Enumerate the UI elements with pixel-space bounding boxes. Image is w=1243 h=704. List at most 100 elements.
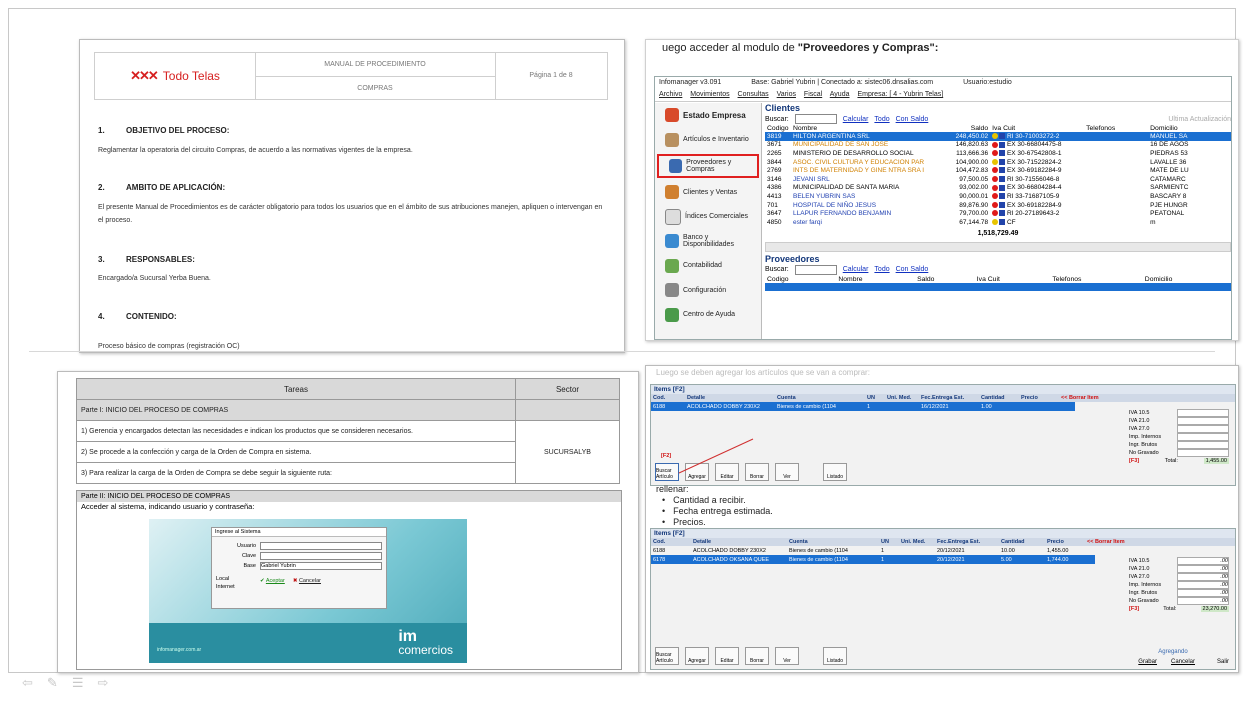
document-subtitle: COMPRAS bbox=[357, 85, 393, 92]
table-row[interactable]: 2769 INTS DE MATERNIDAD Y GINE NTRA SRA I… bbox=[765, 166, 1231, 175]
menu-icon[interactable]: ☰ bbox=[72, 675, 84, 691]
items-screenshot-preview[interactable]: Luego se deben agregar los artículos que… bbox=[645, 365, 1239, 673]
app-user: Usuario:estudio bbox=[963, 79, 1012, 86]
items-header: Cod. Detalle Cuenta UN Uni. Med. Fec.Entrega … bbox=[651, 538, 1235, 546]
table-row[interactable]: 3671 MUNICIPALIDAD DE SAN JOSE 146,820.63 … bbox=[765, 141, 1231, 150]
slide-caption: uego acceder al modulo de "Proveedores y… bbox=[662, 42, 939, 54]
borrar-button[interactable]: Borrar bbox=[745, 647, 769, 665]
totals-box: IVA 10.5 IVA 21.0 IVA 27.0 Imp. Internos… bbox=[1129, 409, 1229, 465]
item-row[interactable]: 6178 ACOLCHADO OKSANA QUEE Bienes de cambi… bbox=[651, 555, 1095, 564]
buscar-input[interactable] bbox=[794, 114, 837, 124]
tareas-header: Tareas bbox=[76, 378, 516, 400]
buscar-articulo-button[interactable]: Buscar Artículo bbox=[655, 647, 679, 665]
table-row[interactable] bbox=[765, 282, 1231, 292]
section-text: El presente Manual de Procedimientos es … bbox=[98, 204, 603, 224]
editar-button[interactable]: Editar bbox=[715, 647, 739, 665]
items-title: Items [F2] bbox=[651, 385, 1235, 394]
sidebar-item-contabilidad[interactable]: Contabilidad bbox=[655, 254, 761, 279]
table-row[interactable]: 4413 BELEN YUBRIN SAS 90,000.01 RI 33-7168… bbox=[765, 192, 1231, 201]
table-header: Codigo Nombre Saldo Iva Cuit Telefonos Domici… bbox=[767, 125, 1178, 132]
help-book-icon bbox=[665, 307, 679, 322]
sidebar-item-articulos[interactable]: Artículos e Inventario bbox=[655, 128, 761, 153]
table-row[interactable]: 4386 MUNICIPALIDAD DE SANTA MARIA 93,002.0… bbox=[765, 184, 1231, 193]
horizontal-scrollbar[interactable] bbox=[765, 241, 1231, 252]
borrar-item-link[interactable]: << Borrar Item bbox=[1087, 539, 1125, 545]
con-saldo-link[interactable]: Con Saldo bbox=[896, 116, 929, 123]
part-title: Parte II: INICIO DEL PROCESO DE COMPRAS bbox=[77, 491, 621, 502]
app-titlebar: Infomanager v3.091 Base: Gabriel Yubrin … bbox=[655, 77, 1231, 89]
borrar-item-link[interactable]: << Borrar Item bbox=[1061, 395, 1099, 401]
software-screenshot-preview[interactable]: uego acceder al modulo de "Proveedores y… bbox=[645, 39, 1239, 341]
buscar-label: Buscar: bbox=[765, 266, 789, 274]
items-header: Cod. Detalle Cuenta UN Uni. Med. Fec.Entrega … bbox=[651, 394, 1235, 402]
aceptar-button[interactable]: ✔ Aceptar bbox=[260, 578, 285, 584]
buscar-input[interactable] bbox=[794, 264, 837, 275]
listado-button[interactable]: Listado bbox=[823, 463, 847, 481]
app-title: Infomanager v3.091 bbox=[659, 79, 722, 86]
table-row[interactable]: 3844 ASOC. CIVIL CULTURA Y EDUCACION PAR 1… bbox=[765, 158, 1231, 167]
table-row[interactable]: 4850 ester farqi 67,144.78 CF m bbox=[765, 218, 1231, 227]
pointer-arrow bbox=[678, 438, 754, 474]
menu-archivo[interactable]: Archivo bbox=[659, 91, 682, 98]
sidebar-item-estado-empresa[interactable]: Estado Empresa bbox=[655, 103, 761, 128]
menu-empresa[interactable]: Empresa: [ 4 - Yubrin Telas] bbox=[857, 91, 943, 98]
step-text: 2) Se procede a la confección y carga de… bbox=[76, 441, 516, 463]
sidebar-item-clientes[interactable]: Clientes y Ventas bbox=[655, 180, 761, 205]
bullet-item: Precios. bbox=[656, 517, 773, 528]
todotelas-logo: ✕✕✕ Todo Telas bbox=[95, 53, 256, 99]
sidebar-item-configuracion[interactable]: Configuración bbox=[655, 278, 761, 303]
base-select[interactable]: Gabriel Yubrin bbox=[260, 562, 382, 570]
cancelar-button[interactable]: ✖ Cancelar bbox=[293, 578, 321, 584]
pen-icon[interactable]: ✎ bbox=[47, 675, 58, 691]
ver-button[interactable]: Ver bbox=[775, 463, 799, 481]
clientes-table: Codigo Nombre Saldo Iva Cuit Telefonos Domici… bbox=[765, 125, 1231, 227]
slideshow-nav: ⇦ ✎ ☰ ⇨ bbox=[22, 675, 108, 691]
table-row[interactable]: 3146 JEVANI SRL 97,500.05 RI 30-71556046-8… bbox=[765, 175, 1231, 184]
section-heading: 3. RESPONSABLES: bbox=[98, 255, 195, 264]
item-row[interactable]: 6188 ACOLCHADO DOBBY 230X2 Bienes de cambi… bbox=[651, 402, 1075, 411]
internet-radio[interactable]: Internet bbox=[216, 584, 238, 590]
tareas-table-preview[interactable]: Tareas Sector Parte I: INICIO DEL PROCESO… bbox=[57, 371, 639, 673]
menu-fiscal[interactable]: Fiscal bbox=[804, 91, 822, 98]
menu-ayuda[interactable]: Ayuda bbox=[830, 91, 850, 98]
sidebar-item-proveedores[interactable]: Proveedores y Compras bbox=[657, 154, 759, 178]
local-radio[interactable]: Local bbox=[216, 576, 238, 582]
calcular-link[interactable]: Calcular bbox=[843, 266, 869, 273]
previous-icon[interactable]: ⇦ bbox=[22, 675, 33, 691]
clientes-title: Clientes bbox=[765, 103, 801, 113]
table-row[interactable]: 2265 MINISTERIO DE DESARROLLO SOCIAL 113,6… bbox=[765, 149, 1231, 158]
usuario-input[interactable] bbox=[260, 542, 382, 550]
cancelar-button[interactable]: Cancelar bbox=[1171, 659, 1195, 665]
sidebar-item-ayuda[interactable]: Centro de Ayuda bbox=[655, 303, 761, 328]
grabar-button[interactable]: Grabar bbox=[1138, 659, 1157, 665]
sidebar-item-indices[interactable]: Índices Comerciales bbox=[655, 205, 761, 230]
table-row[interactable]: 3647 LLAPUR FERNANDO BENJAMIN 79,700.00 RI… bbox=[765, 209, 1231, 218]
agregando-label: Agregando bbox=[1158, 649, 1188, 655]
section-text: Encargado/a Sucursal Yerba Buena. bbox=[98, 275, 211, 282]
table-header: Codigo Nombre Saldo Iva Cuit Telefonos Domici… bbox=[767, 275, 1173, 283]
next-icon[interactable]: ⇨ bbox=[97, 675, 108, 691]
item-row[interactable]: 6188 ACOLCHADO DOBBY 230X2 Bienes de cambi… bbox=[651, 546, 1095, 555]
page-number: Página 1 de 8 bbox=[529, 72, 573, 79]
people-icon bbox=[665, 185, 679, 200]
salir-button[interactable]: Salir bbox=[1217, 659, 1229, 665]
person-icon bbox=[669, 159, 683, 173]
table-row[interactable]: 701 HOSPITAL DE NIÑO JESUS 89,876.90 EX 30… bbox=[765, 201, 1231, 210]
items-window-small: Items [F2] Cod. Detalle Cuenta UN Uni. Med. F… bbox=[650, 384, 1236, 486]
part-title: Parte I: INICIO DEL PROCESO DE COMPRAS bbox=[76, 399, 516, 421]
menu-movimientos[interactable]: Movimientos bbox=[690, 91, 729, 98]
con-saldo-link[interactable]: Con Saldo bbox=[896, 266, 929, 273]
agregar-button[interactable]: Agregar bbox=[685, 647, 709, 665]
menu-varios[interactable]: Varios bbox=[777, 91, 796, 98]
calcular-link[interactable]: Calcular bbox=[843, 116, 869, 123]
todo-link[interactable]: Todo bbox=[874, 116, 889, 123]
clave-input[interactable] bbox=[260, 552, 382, 560]
manual-page-preview[interactable]: ✕✕✕ Todo Telas MANUAL DE PROCEDIMIENTO C… bbox=[79, 39, 625, 353]
ver-button[interactable]: Ver bbox=[775, 647, 799, 665]
menu-consultas[interactable]: Consultas bbox=[738, 91, 769, 98]
table-row[interactable]: 3819 HILTON ARGENTINA SRL 248,450.02 RI 30… bbox=[765, 132, 1231, 141]
tareas-table: Tareas Sector Parte I: INICIO DEL PROCESO… bbox=[76, 378, 620, 484]
sidebar-item-banco[interactable]: Banco y Disponibilidades bbox=[655, 229, 761, 254]
todo-link[interactable]: Todo bbox=[874, 266, 889, 273]
listado-button[interactable]: Listado bbox=[823, 647, 847, 665]
